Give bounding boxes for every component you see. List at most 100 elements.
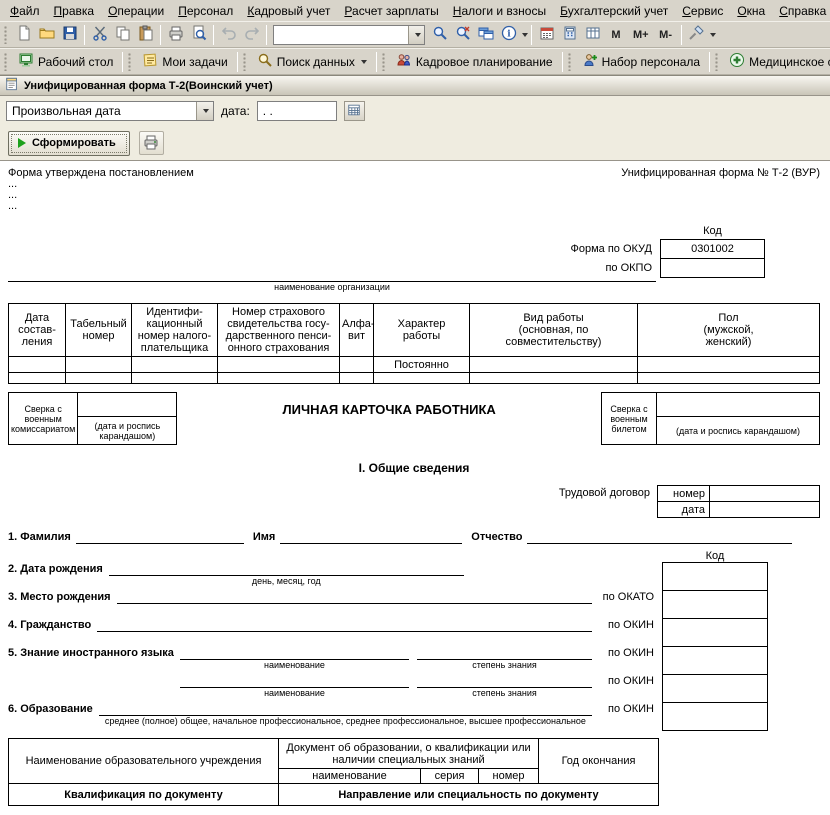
- hr-planning-panel-button[interactable]: Кадровое планирование: [390, 51, 559, 73]
- cancel-find-icon: [455, 25, 471, 44]
- field-row-birthdate: 2. Дата рождения день, месяц, год: [8, 562, 820, 591]
- customize-dropdown-icon[interactable]: [709, 32, 716, 37]
- menu-taxes[interactable]: Налоги и взносы: [446, 2, 553, 20]
- find-button[interactable]: [428, 24, 451, 46]
- recruiting-panel-button[interactable]: Набор персонала: [576, 51, 707, 73]
- date-input[interactable]: [256, 101, 337, 121]
- period-dropdown-button[interactable]: [196, 102, 213, 120]
- data-search-panel-button[interactable]: Поиск данных: [251, 51, 373, 73]
- redo-button[interactable]: [240, 24, 263, 46]
- okpo-value-box: [660, 258, 765, 278]
- panel-button-label: Кадровое планирование: [415, 54, 553, 69]
- menu-payroll[interactable]: Расчет зарплаты: [337, 2, 445, 20]
- standard-toolbar: i M M+ M-: [0, 21, 830, 48]
- toolbar-grip[interactable]: [381, 52, 386, 71]
- okin-label: по ОКИН: [608, 619, 654, 631]
- menu-personnel[interactable]: Персонал: [171, 2, 240, 20]
- toolbar-separator: [122, 51, 124, 72]
- section-1-title: I. Общие сведения: [358, 461, 470, 475]
- menu-service[interactable]: Сервис: [675, 2, 730, 20]
- toolbar-separator: [680, 24, 682, 45]
- menu-hr-records[interactable]: Кадровый учет: [240, 2, 337, 20]
- memory-subtract-button[interactable]: M-: [654, 25, 678, 45]
- toolbar-grip[interactable]: [4, 52, 8, 71]
- check-note: (дата и роспись карандашом): [77, 416, 178, 445]
- undo-button[interactable]: [217, 24, 240, 46]
- menu-windows[interactable]: Окна: [730, 2, 772, 20]
- copy-icon: [115, 25, 131, 44]
- generate-button[interactable]: Сформировать: [8, 130, 130, 156]
- windows-button[interactable]: [474, 24, 497, 46]
- print-preview-button[interactable]: [187, 24, 210, 46]
- menu-operations[interactable]: Операции: [101, 2, 171, 20]
- menu-edit[interactable]: Правка: [47, 2, 102, 20]
- menu-bar: Файл Правка Операции Персонал Кадровый у…: [0, 0, 830, 21]
- info-button[interactable]: i: [497, 24, 520, 46]
- memory-add-button[interactable]: M+: [628, 25, 654, 45]
- search-combo-arrow[interactable]: [408, 25, 424, 44]
- language-label: 5. Знание иностранного языка: [8, 647, 174, 659]
- generate-button-label: Сформировать: [32, 137, 116, 149]
- paste-button[interactable]: [134, 24, 157, 46]
- employment-contract-block: Трудовой договор номер дата: [8, 485, 820, 518]
- check-value-cell: [656, 392, 820, 417]
- copy-button[interactable]: [111, 24, 134, 46]
- medical-insurance-panel-button[interactable]: Медицинское страхование: [723, 51, 830, 73]
- t1-header-insurance: Номер страхового свидетельства госу- дар…: [217, 303, 340, 357]
- organization-line: наименование организации: [8, 281, 656, 293]
- toolbar-grip[interactable]: [242, 52, 247, 71]
- okin-label: по ОКИН: [608, 703, 654, 715]
- desktop-panel-button[interactable]: Рабочий стол: [12, 51, 119, 73]
- t1-header-gender: Пол (мужской, женский): [637, 303, 820, 357]
- toolbar-grip[interactable]: [4, 25, 8, 44]
- calendar-button[interactable]: [535, 24, 558, 46]
- memory-store-button[interactable]: M: [604, 25, 628, 45]
- tablo-icon: [585, 25, 601, 44]
- birthdate-caption: день, месяц, год: [251, 576, 321, 586]
- info-dropdown-icon[interactable]: [522, 32, 528, 37]
- application-window: Файл Правка Операции Персонал Кадровый у…: [0, 0, 830, 815]
- search-input[interactable]: [274, 26, 408, 43]
- blank-line: [179, 646, 409, 660]
- toolbar-grip[interactable]: [567, 52, 572, 71]
- my-tasks-panel-button[interactable]: Мои задачи: [136, 51, 233, 73]
- period-value: Произвольная дата: [12, 104, 121, 118]
- check-label: Сверка с военным комиссариатом: [7, 392, 79, 445]
- date-picker-button[interactable]: [343, 101, 365, 121]
- new-document-button[interactable]: [12, 24, 35, 46]
- report-actions: Сформировать: [0, 126, 830, 160]
- customize-button[interactable]: [685, 24, 708, 46]
- field-row-birthplace: 3. Место рождения по ОКАТО: [8, 590, 820, 619]
- citizenship-label: 4. Гражданство: [8, 619, 92, 631]
- save-icon: [62, 25, 78, 44]
- tablo-button[interactable]: [581, 24, 604, 46]
- save-button[interactable]: [58, 24, 81, 46]
- quick-print-button[interactable]: [138, 131, 164, 155]
- menu-file[interactable]: Файл: [3, 2, 47, 20]
- contract-date-label: дата: [657, 501, 710, 518]
- toolbar-grip[interactable]: [715, 52, 720, 71]
- header-table: Дата состав- ления Табельный номер Идент…: [8, 303, 820, 384]
- approved-text: Форма утверждена постановлением: [8, 167, 194, 179]
- document-title: ЛИЧНАЯ КАРТОЧКА РАБОТНИКА: [282, 402, 496, 417]
- blank-line: [180, 674, 409, 688]
- menu-accounting[interactable]: Бухгалтерский учет: [553, 2, 675, 20]
- cancel-find-button[interactable]: [451, 24, 474, 46]
- okud-label: Форма по ОКУД: [570, 243, 653, 255]
- toolbar-separator: [236, 51, 238, 72]
- open-button[interactable]: [35, 24, 58, 46]
- calculator-button[interactable]: [558, 24, 581, 46]
- blank-line: [97, 618, 592, 632]
- toolbar-grip[interactable]: [128, 52, 133, 71]
- blank-line: [280, 530, 463, 544]
- period-combobox[interactable]: Произвольная дата: [6, 101, 214, 121]
- language-name-caption: наименование: [264, 688, 325, 698]
- cut-button[interactable]: [88, 24, 111, 46]
- menu-help[interactable]: Справка: [772, 2, 830, 20]
- printer-icon: [143, 134, 159, 153]
- print-button[interactable]: [164, 24, 187, 46]
- hr-planning-icon: [396, 52, 412, 71]
- okin-label: по ОКИН: [608, 675, 654, 687]
- card-title-row: Сверка с военным комиссариатом (дата и р…: [7, 392, 820, 445]
- t1-header-alphabet: Алфа- вит: [339, 303, 375, 357]
